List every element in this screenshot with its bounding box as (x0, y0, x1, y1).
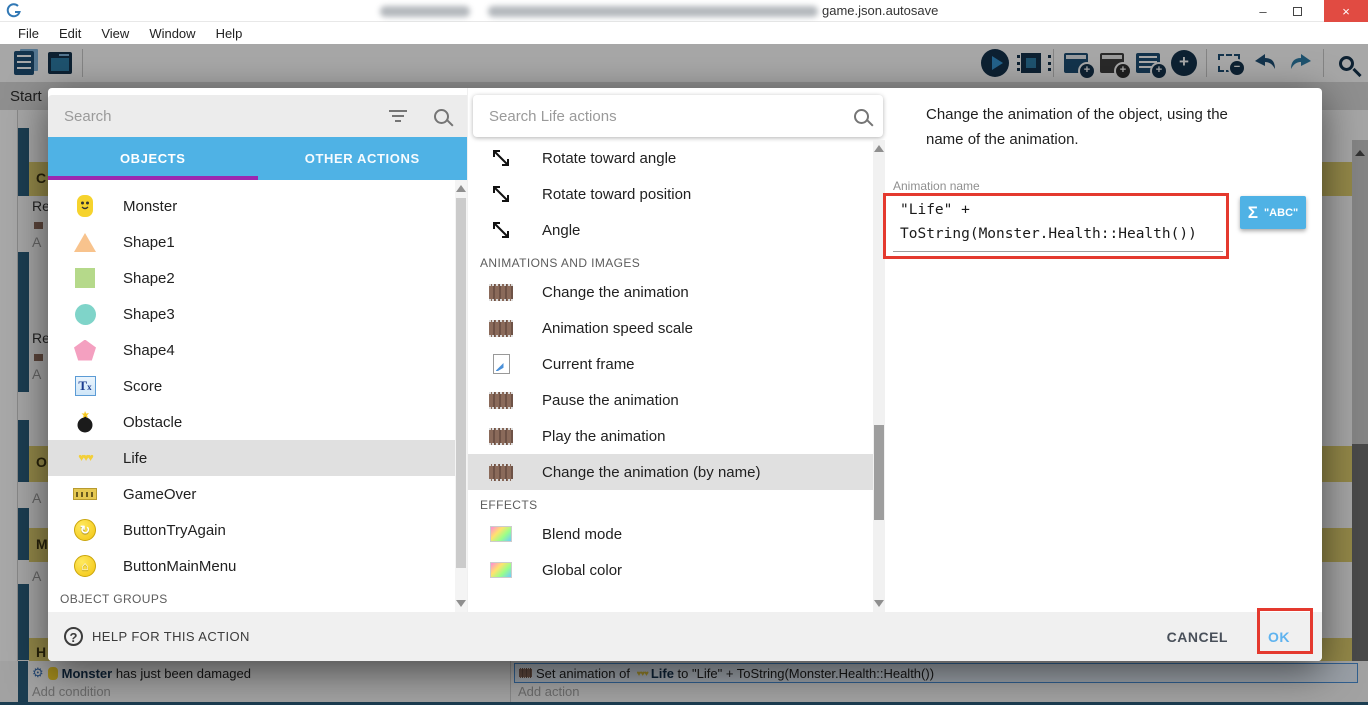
scrollbar-thumb[interactable] (456, 198, 466, 568)
action-play-animation[interactable]: Play the animation (468, 418, 874, 454)
retry-button-icon: ↻ (70, 519, 100, 541)
redacted-title-segment (380, 6, 470, 17)
list-item-shape2[interactable]: Shape2 (48, 260, 455, 296)
rainbow-icon (486, 562, 516, 578)
window-title: game.json.autosave (822, 3, 939, 18)
scroll-down-icon[interactable] (456, 600, 466, 607)
action-angle[interactable]: Angle (468, 212, 874, 248)
help-button[interactable]: ? HELP FOR THIS ACTION (64, 627, 250, 646)
menu-bar: File Edit View Window Help (0, 22, 1368, 44)
action-parameters-panel: Change the animation of the object, usin… (885, 88, 1322, 612)
action-change-animation-by-name[interactable]: Change the animation (by name) (468, 454, 874, 490)
rotate-arrow-icon (486, 148, 516, 168)
menu-view[interactable]: View (91, 24, 139, 43)
list-item-buttonmainmenu[interactable]: ⌂ ButtonMainMenu (48, 548, 455, 584)
object-list: Monster Shape1 Shape2 Shape3 Shape4 Tx S… (48, 180, 455, 612)
panel-tabs: OBJECTS OTHER ACTIONS (48, 137, 467, 180)
action-change-animation[interactable]: Change the animation (468, 274, 874, 310)
redacted-title-segment (488, 6, 818, 17)
pentagon-icon (70, 339, 100, 361)
rotate-arrow-icon (486, 220, 516, 240)
frame-icon (486, 354, 516, 374)
ok-button[interactable]: OK (1268, 629, 1290, 645)
restore-icon (1292, 6, 1302, 16)
object-search-bar[interactable] (48, 95, 467, 137)
list-item-life[interactable]: ♥♥♥ Life (48, 440, 455, 476)
action-editor-dialog: OBJECTS OTHER ACTIONS Monster Shape1 Sha… (48, 88, 1322, 661)
effects-section-header: EFFECTS (480, 498, 538, 512)
dialog-footer: ? HELP FOR THIS ACTION CANCEL OK (48, 612, 1322, 661)
tab-other-actions[interactable]: OTHER ACTIONS (258, 137, 468, 180)
list-item-shape3[interactable]: Shape3 (48, 296, 455, 332)
search-icon[interactable] (854, 108, 869, 124)
animation-name-label: Animation name (893, 179, 980, 193)
animation-name-field[interactable]: "Life" + ToString(Monster.Health::Health(… (900, 198, 1222, 246)
object-search-input[interactable] (48, 107, 388, 125)
circle-icon (70, 303, 100, 325)
banner-icon (70, 488, 100, 500)
actions-panel: Rotate toward angle Rotate toward positi… (467, 88, 885, 612)
action-list-scrollbar[interactable] (873, 140, 885, 612)
text-object-icon: Tx (70, 376, 100, 396)
rotate-arrow-icon (486, 184, 516, 204)
list-item-gameover[interactable]: GameOver (48, 476, 455, 512)
scroll-up-icon[interactable] (874, 145, 884, 152)
home-button-icon: ⌂ (70, 555, 100, 577)
film-icon (486, 283, 516, 301)
list-item-obstacle[interactable]: Obstacle (48, 404, 455, 440)
square-icon (70, 268, 100, 288)
objects-panel: OBJECTS OTHER ACTIONS Monster Shape1 Sha… (48, 88, 467, 612)
film-icon (486, 463, 516, 481)
sigma-icon: Σ (1247, 202, 1258, 222)
scrollbar-thumb[interactable] (874, 425, 884, 520)
animations-section-header: ANIMATIONS AND IMAGES (480, 256, 641, 270)
expression-editor-button[interactable]: Σ "ABC" (1240, 196, 1306, 229)
tab-objects[interactable]: OBJECTS (48, 137, 258, 180)
list-item-shape1[interactable]: Shape1 (48, 224, 455, 260)
rainbow-icon (486, 526, 516, 542)
action-pause-animation[interactable]: Pause the animation (468, 382, 874, 418)
action-current-frame[interactable]: Current frame (468, 346, 874, 382)
action-description: Change the animation of the object, usin… (926, 106, 1228, 148)
gdevelop-logo-icon (6, 3, 22, 19)
film-icon (486, 391, 516, 409)
scroll-down-icon[interactable] (874, 600, 884, 607)
help-question-icon: ? (64, 627, 83, 646)
action-animation-speed-scale[interactable]: Animation speed scale (468, 310, 874, 346)
minimize-button[interactable]: – (1246, 0, 1280, 22)
menu-window[interactable]: Window (139, 24, 205, 43)
action-search-bar[interactable] (473, 95, 883, 137)
close-button[interactable]: × (1324, 0, 1368, 22)
action-rotate-toward-position[interactable]: Rotate toward position (468, 176, 874, 212)
list-item-shape4[interactable]: Shape4 (48, 332, 455, 368)
action-list: Rotate toward angle Rotate toward positi… (468, 140, 874, 612)
action-search-input[interactable] (473, 107, 854, 125)
life-hearts-icon: ♥♥♥ (78, 452, 94, 464)
list-item-score[interactable]: Tx Score (48, 368, 455, 404)
object-groups-header: OBJECT GROUPS (60, 592, 168, 606)
search-icon[interactable] (434, 108, 449, 124)
bomb-icon (70, 411, 100, 433)
scroll-up-icon[interactable] (456, 185, 466, 192)
cancel-button[interactable]: CANCEL (1167, 629, 1228, 645)
menu-help[interactable]: Help (206, 24, 253, 43)
restore-button[interactable] (1280, 0, 1314, 22)
triangle-icon (70, 232, 100, 252)
action-rotate-toward-angle[interactable]: Rotate toward angle (468, 140, 874, 176)
filter-icon[interactable] (388, 109, 408, 123)
menu-edit[interactable]: Edit (49, 24, 91, 43)
field-underline (893, 251, 1223, 252)
list-item-buttontryagain[interactable]: ↻ ButtonTryAgain (48, 512, 455, 548)
object-list-scrollbar[interactable] (455, 180, 467, 612)
film-icon (486, 319, 516, 337)
action-blend-mode[interactable]: Blend mode (468, 516, 874, 552)
monster-icon (70, 194, 100, 218)
menu-file[interactable]: File (8, 24, 49, 43)
film-icon (486, 427, 516, 445)
title-bar: game.json.autosave – × (0, 0, 1368, 22)
list-item-monster[interactable]: Monster (48, 188, 455, 224)
action-global-color[interactable]: Global color (468, 552, 874, 588)
